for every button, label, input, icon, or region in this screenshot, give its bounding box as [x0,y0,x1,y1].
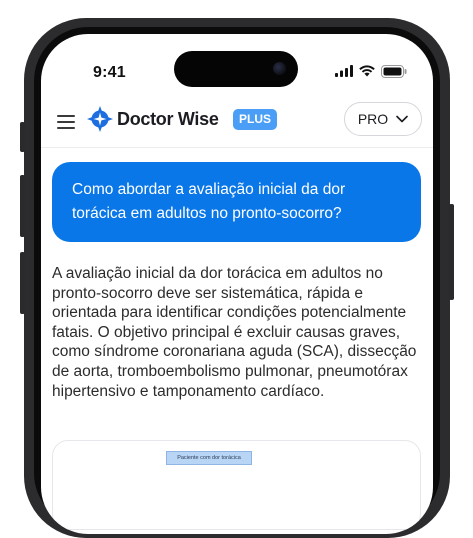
status-time: 9:41 [93,64,126,81]
flowchart-start-node: Paciente com dor torácica [166,451,252,465]
brand-name: Doctor Wise [117,109,219,129]
front-camera [273,62,286,75]
battery-icon [381,64,407,78]
phone-power-button [449,204,454,300]
assistant-answer-text: A avaliação inicial da dor torácica em a… [52,265,417,400]
user-question-text: Como abordar a avaliação inicial da dor … [72,181,346,222]
signal-icon [335,65,353,77]
status-icons [335,64,407,78]
header-divider [41,147,433,148]
wifi-icon [359,65,375,77]
app-header: Doctor Wise PLUS PRO [41,100,433,140]
phone-action-button [20,122,25,152]
plus-badge: PLUS [233,109,278,130]
phone-volume-up-button [20,175,25,237]
plan-selector-button[interactable]: PRO [344,102,422,136]
plan-selector-label: PRO [357,111,389,127]
phone-screen: 9:41 Doctor Wise PLUS PRO Como abordar a… [41,34,433,534]
hamburger-menu-icon[interactable] [57,115,75,129]
flowchart-card[interactable]: Paciente com dor torácica [52,440,421,530]
dynamic-island [174,51,298,87]
phone-volume-down-button [20,252,25,314]
chevron-down-icon [396,115,408,123]
doctor-wise-logo-icon [87,106,113,132]
user-question-bubble: Como abordar a avaliação inicial da dor … [52,162,421,242]
